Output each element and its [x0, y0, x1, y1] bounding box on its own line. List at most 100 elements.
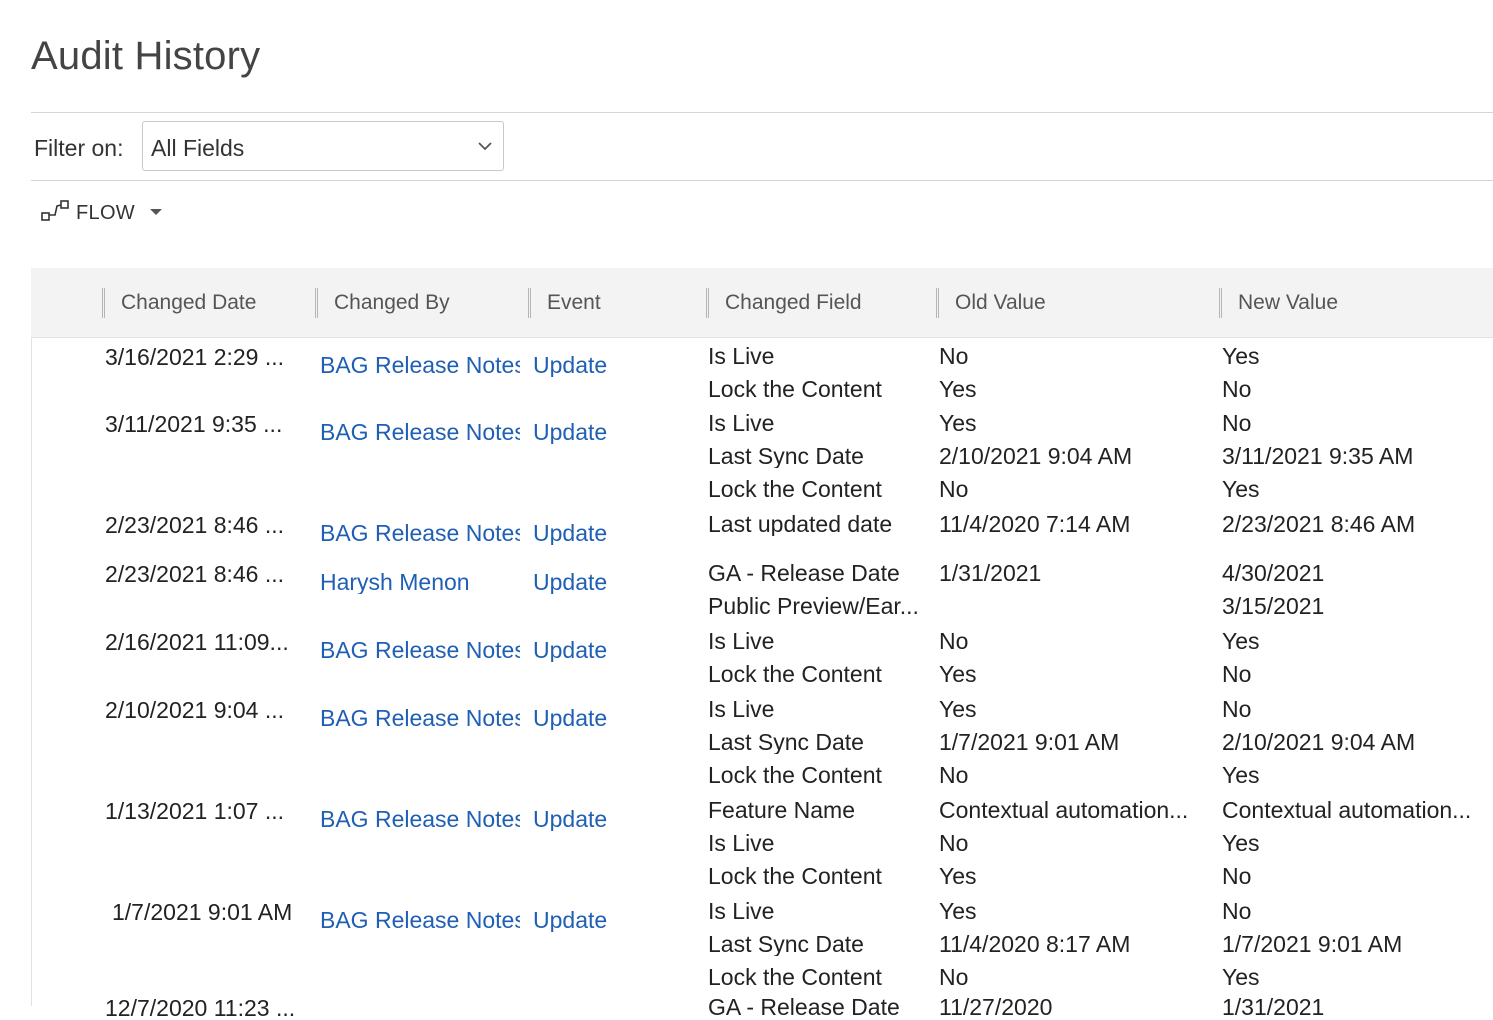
changed-date-cell: 1/13/2021 1:07 ...	[105, 800, 285, 823]
column-resize-handle[interactable]	[528, 287, 531, 318]
changed-field-cell: Is Live	[708, 345, 775, 368]
changed-field-cell: Is Live	[708, 832, 775, 855]
column-resize-handle[interactable]	[936, 287, 939, 318]
changed-by-link[interactable]: BAG Release Notes	[320, 639, 520, 662]
new-value-cell: No	[1222, 412, 1252, 435]
filter-select-value: All Fields	[151, 135, 245, 161]
old-value-cell: 1/7/2021 9:01 AM	[939, 731, 1120, 754]
old-value-cell: 11/27/2020	[939, 996, 1053, 1019]
old-value-cell: No	[939, 764, 969, 787]
flow-icon	[40, 198, 70, 229]
column-header-new-value[interactable]: New Value	[1219, 268, 1338, 337]
filter-label: Filter on:	[34, 135, 124, 161]
column-resize-handle[interactable]	[315, 287, 318, 318]
changed-field-cell: Lock the Content	[708, 865, 882, 888]
old-value-cell: 2/10/2021 9:04 AM	[939, 445, 1133, 468]
old-value-cell: No	[939, 832, 969, 855]
changed-by-link[interactable]: Harysh Menon	[320, 571, 520, 594]
new-value-cell: Yes	[1222, 345, 1260, 368]
event-link[interactable]: Update	[533, 421, 683, 444]
column-header-label: Changed Date	[121, 290, 257, 314]
grid-left-border	[31, 337, 32, 1006]
old-value-cell: Yes	[939, 663, 977, 686]
event-link[interactable]: Update	[533, 909, 683, 932]
event-link[interactable]: Update	[533, 571, 683, 594]
changed-field-cell: Last Sync Date	[708, 933, 864, 956]
new-value-cell: Yes	[1222, 478, 1260, 501]
new-value-cell: 3/15/2021	[1222, 595, 1325, 618]
changed-by-link[interactable]: BAG Release Notes	[320, 707, 520, 730]
changed-date-cell: 2/23/2021 8:46 ...	[105, 514, 285, 537]
old-value-cell: Yes	[939, 378, 977, 401]
changed-field-cell: Is Live	[708, 630, 775, 653]
changed-by-link[interactable]: BAG Release Notes	[320, 909, 520, 932]
changed-field-cell: Public Preview/Ear...	[708, 595, 919, 618]
new-value-cell: No	[1222, 698, 1252, 721]
old-value-cell: No	[939, 966, 969, 989]
changed-date-cell: 1/7/2021 9:01 AM	[112, 901, 293, 924]
old-value-cell: Contextual automation...	[939, 799, 1189, 822]
new-value-cell: Yes	[1222, 966, 1260, 989]
new-value-cell: Yes	[1222, 832, 1260, 855]
event-link[interactable]: Update	[533, 354, 683, 377]
changed-field-cell: Last updated date	[708, 513, 893, 536]
event-link[interactable]: Update	[533, 639, 683, 662]
column-header-label: Changed By	[334, 290, 450, 314]
column-resize-handle[interactable]	[102, 287, 105, 318]
new-value-cell: 4/30/2021	[1222, 562, 1325, 585]
new-value-cell: 2/10/2021 9:04 AM	[1222, 731, 1416, 754]
old-value-cell: 11/4/2020 7:14 AM	[939, 513, 1131, 536]
old-value-cell: Yes	[939, 900, 977, 923]
changed-date-cell: 2/10/2021 9:04 ...	[105, 699, 285, 722]
old-value-cell: No	[939, 478, 969, 501]
flow-button[interactable]: FLOW	[40, 198, 163, 228]
column-resize-handle[interactable]	[1219, 287, 1222, 318]
changed-field-cell: GA - Release Date	[708, 996, 900, 1019]
new-value-cell: Yes	[1222, 630, 1260, 653]
column-header-changed-field[interactable]: Changed Field	[706, 268, 862, 337]
new-value-cell: Yes	[1222, 764, 1260, 787]
column-header-changed-by[interactable]: Changed By	[315, 268, 450, 337]
changed-date-cell: 3/11/2021 9:35 ...	[105, 413, 283, 436]
column-header-old-value[interactable]: Old Value	[936, 268, 1046, 337]
old-value-cell: Yes	[939, 698, 977, 721]
changed-field-cell: Is Live	[708, 698, 775, 721]
changed-date-cell: 2/23/2021 8:46 ...	[105, 563, 285, 586]
filter-divider	[31, 180, 1493, 181]
page-title: Audit History	[31, 34, 261, 78]
new-value-cell: 1/7/2021 9:01 AM	[1222, 933, 1403, 956]
old-value-cell: Yes	[939, 412, 977, 435]
changed-by-link[interactable]: BAG Release Notes	[320, 808, 520, 831]
column-header-label: Event	[547, 290, 601, 314]
changed-by-link[interactable]: BAG Release Notes	[320, 522, 520, 545]
changed-date-cell: 12/7/2020 11:23 ...	[105, 997, 296, 1020]
new-value-cell: No	[1222, 865, 1252, 888]
column-header-changed-date[interactable]: Changed Date	[102, 268, 256, 337]
changed-field-cell: Feature Name	[708, 799, 856, 822]
changed-by-link[interactable]: BAG Release Notes	[320, 421, 520, 444]
changed-field-cell: Last Sync Date	[708, 445, 864, 468]
old-value-cell: 1/31/2021	[939, 562, 1042, 585]
changed-field-cell: Lock the Content	[708, 378, 882, 401]
column-header-label: Old Value	[955, 290, 1046, 314]
caret-down-icon	[149, 204, 163, 222]
new-value-cell: 3/11/2021 9:35 AM	[1222, 445, 1414, 468]
changed-field-cell: Is Live	[708, 412, 775, 435]
changed-field-cell: Lock the Content	[708, 663, 882, 686]
event-link[interactable]: Update	[533, 707, 683, 730]
new-value-cell: No	[1222, 378, 1252, 401]
event-link[interactable]: Update	[533, 808, 683, 831]
event-link[interactable]: Update	[533, 522, 683, 545]
filter-select[interactable]: All Fields	[142, 121, 504, 171]
changed-by-link[interactable]: BAG Release Notes	[320, 354, 520, 377]
new-value-cell: Contextual automation...	[1222, 799, 1472, 822]
column-header-label: Changed Field	[725, 290, 862, 314]
title-divider	[31, 112, 1493, 113]
old-value-cell: No	[939, 345, 969, 368]
new-value-cell: No	[1222, 900, 1252, 923]
column-header-event[interactable]: Event	[528, 268, 601, 337]
column-resize-handle[interactable]	[706, 287, 709, 318]
changed-field-cell: Lock the Content	[708, 966, 882, 989]
flow-label: FLOW	[76, 201, 135, 224]
changed-date-cell: 3/16/2021 2:29 ...	[105, 346, 285, 369]
